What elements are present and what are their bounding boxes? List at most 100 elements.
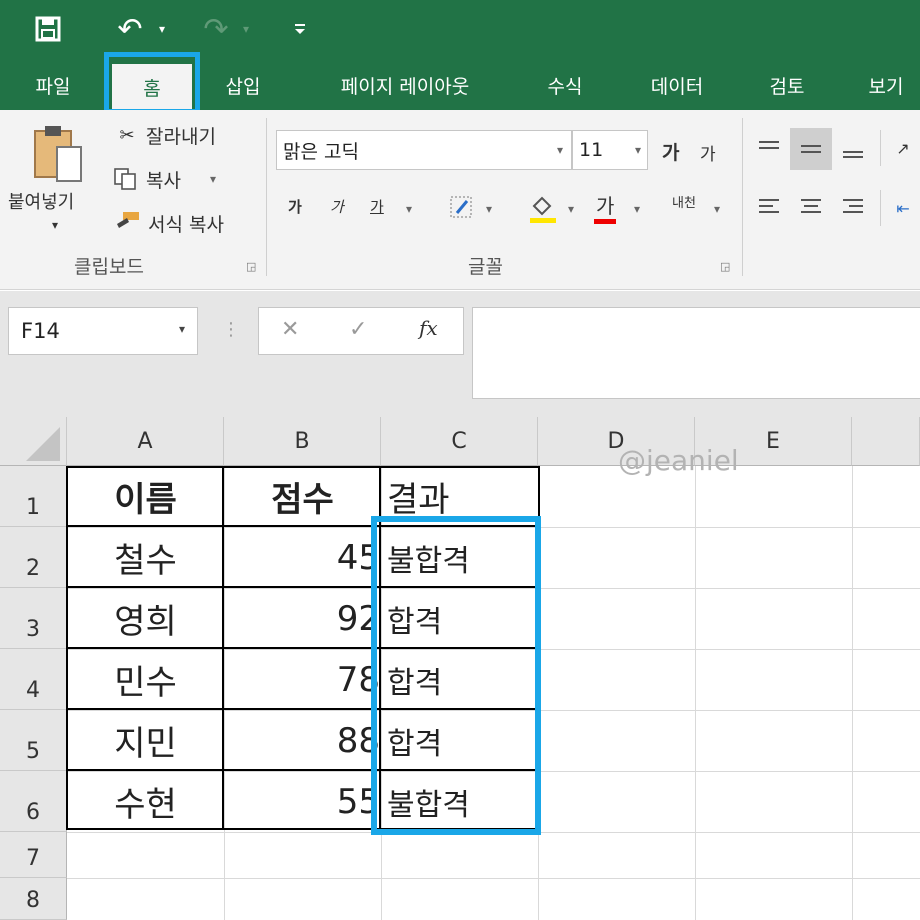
font-color-dropdown-icon[interactable]: ▾ <box>634 202 640 216</box>
save-icon[interactable] <box>28 10 68 48</box>
enter-icon[interactable]: ✓ <box>349 317 367 342</box>
underline-dropdown-icon[interactable]: ▾ <box>406 202 412 216</box>
underline-button[interactable]: 가 <box>370 196 384 217</box>
name-box-value: F14 <box>21 319 60 343</box>
tab-insert[interactable]: 삽입 <box>208 68 278 102</box>
align-bottom-icon[interactable] <box>838 132 868 166</box>
cut-icon[interactable]: ✂ <box>114 120 140 150</box>
cell-a6[interactable]: 수현 <box>67 771 224 832</box>
cut-label[interactable]: 잘라내기 <box>146 122 216 149</box>
group-separator <box>880 130 881 166</box>
format-painter-label[interactable]: 서식 복사 <box>148 210 224 237</box>
cell-b3[interactable]: 92 <box>224 588 380 649</box>
paste-dropdown-icon[interactable]: ▾ <box>52 218 58 232</box>
row-header-1[interactable]: 1 <box>0 466 67 527</box>
group-separator <box>266 118 267 276</box>
font-size-combo[interactable]: 11 ▾ <box>572 130 648 170</box>
tab-page-layout[interactable]: 페이지 레이아웃 <box>310 68 500 102</box>
font-name-value: 맑은 고딕 <box>283 140 359 163</box>
redo-icon: ↷ <box>203 11 229 47</box>
gridline <box>67 878 920 879</box>
chevron-down-icon[interactable]: ▾ <box>179 322 185 336</box>
cell-b2[interactable]: 45 <box>224 527 380 588</box>
ribbon: 붙여넣기 ▾ ✂ 잘라내기 복사 ▾ 서식 복사 클립보드 ◲ 맑은 고딕 ▾ … <box>0 110 920 290</box>
home-tab-highlight <box>104 52 200 114</box>
orientation-icon[interactable]: ↗ <box>890 130 916 166</box>
italic-button[interactable]: 가 <box>330 196 344 217</box>
row-header-8[interactable]: 8 <box>0 878 67 920</box>
font-color-button[interactable]: 가 <box>594 190 617 224</box>
align-right-icon[interactable] <box>838 190 868 224</box>
cell-a1[interactable]: 이름 <box>67 466 224 527</box>
chevron-down-icon[interactable]: ▾ <box>635 143 647 157</box>
phonetic-button[interactable]: 내천 <box>672 192 696 211</box>
row-header-7[interactable]: 7 <box>0 832 67 878</box>
undo-dropdown-icon[interactable]: ▾ <box>152 10 172 48</box>
resize-handle-icon[interactable]: ⋮ <box>222 319 240 340</box>
cell-a2[interactable]: 철수 <box>67 527 224 588</box>
border-icon[interactable] <box>446 192 476 222</box>
format-painter-icon[interactable] <box>110 206 144 236</box>
shrink-font-button[interactable]: 가 <box>700 140 716 165</box>
fill-color-dropdown-icon[interactable]: ▾ <box>568 202 574 216</box>
group-separator <box>880 190 881 226</box>
column-header-f[interactable] <box>852 417 920 466</box>
watermark: @jeaniel <box>618 444 739 477</box>
tab-view[interactable]: 보기 <box>852 68 920 102</box>
gridline <box>695 466 696 920</box>
copy-label[interactable]: 복사 <box>146 166 181 193</box>
redo-dropdown-icon: ▾ <box>242 22 250 36</box>
tab-review[interactable]: 검토 <box>752 68 822 102</box>
cell-b6[interactable]: 55 <box>224 771 380 832</box>
column-header-c[interactable]: C <box>381 417 538 466</box>
copy-dropdown-icon[interactable]: ▾ <box>210 172 216 186</box>
font-size-value: 11 <box>579 139 604 161</box>
title-bar: ↶ ▾ ↷ ▾ <box>0 0 920 58</box>
font-name-combo[interactable]: 맑은 고딕 ▾ <box>276 130 572 170</box>
align-center-icon[interactable] <box>796 190 826 224</box>
copy-icon[interactable] <box>110 164 140 194</box>
gridline <box>852 466 853 920</box>
select-all-corner[interactable] <box>0 417 67 466</box>
border-dropdown-icon[interactable]: ▾ <box>486 202 492 216</box>
cell-a5[interactable]: 지민 <box>67 710 224 771</box>
fill-color-icon[interactable] <box>526 190 560 226</box>
name-box[interactable]: F14 ▾ <box>8 307 198 355</box>
font-group-label: 글꼴 <box>468 256 503 278</box>
bold-button[interactable]: 가 <box>288 196 302 217</box>
tab-formulas[interactable]: 수식 <box>530 68 600 102</box>
chevron-down-icon[interactable]: ▾ <box>557 143 571 157</box>
column-header-b[interactable]: B <box>224 417 381 466</box>
clipboard-launcher-icon[interactable]: ◲ <box>246 260 256 273</box>
paste-label[interactable]: 붙여넣기 <box>8 188 74 214</box>
customize-toolbar-icon[interactable] <box>290 10 310 48</box>
decrease-indent-icon[interactable]: ⇤ <box>890 190 916 226</box>
grow-font-button[interactable]: 가 <box>662 138 679 165</box>
result-column-highlight <box>371 516 541 835</box>
row-header-2[interactable]: 2 <box>0 527 67 588</box>
align-middle-icon[interactable] <box>790 128 832 170</box>
formula-input[interactable] <box>472 307 920 399</box>
cell-a3[interactable]: 영희 <box>67 588 224 649</box>
undo-icon[interactable]: ↶ <box>110 10 150 48</box>
tab-file[interactable]: 파일 <box>18 68 88 102</box>
row-header-6[interactable]: 6 <box>0 771 67 832</box>
insert-function-icon[interactable]: fx <box>419 316 438 340</box>
cell-b4[interactable]: 78 <box>224 649 380 710</box>
formula-bar-area: F14 ▾ ⋮ ✕ ✓ fx <box>0 291 920 417</box>
clipboard-group-label: 클립보드 <box>74 256 144 278</box>
cell-b5[interactable]: 88 <box>224 710 380 771</box>
cancel-icon[interactable]: ✕ <box>281 317 299 342</box>
cell-b1[interactable]: 점수 <box>224 466 381 527</box>
cell-a4[interactable]: 민수 <box>67 649 224 710</box>
row-header-4[interactable]: 4 <box>0 649 67 710</box>
phonetic-dropdown-icon[interactable]: ▾ <box>714 202 720 216</box>
align-left-icon[interactable] <box>754 190 784 224</box>
row-header-3[interactable]: 3 <box>0 588 67 649</box>
tab-data[interactable]: 데이터 <box>632 68 722 102</box>
paste-icon[interactable] <box>28 122 88 186</box>
align-top-icon[interactable] <box>754 132 784 166</box>
row-header-5[interactable]: 5 <box>0 710 67 771</box>
font-launcher-icon[interactable]: ◲ <box>720 260 730 273</box>
column-header-a[interactable]: A <box>67 417 224 466</box>
